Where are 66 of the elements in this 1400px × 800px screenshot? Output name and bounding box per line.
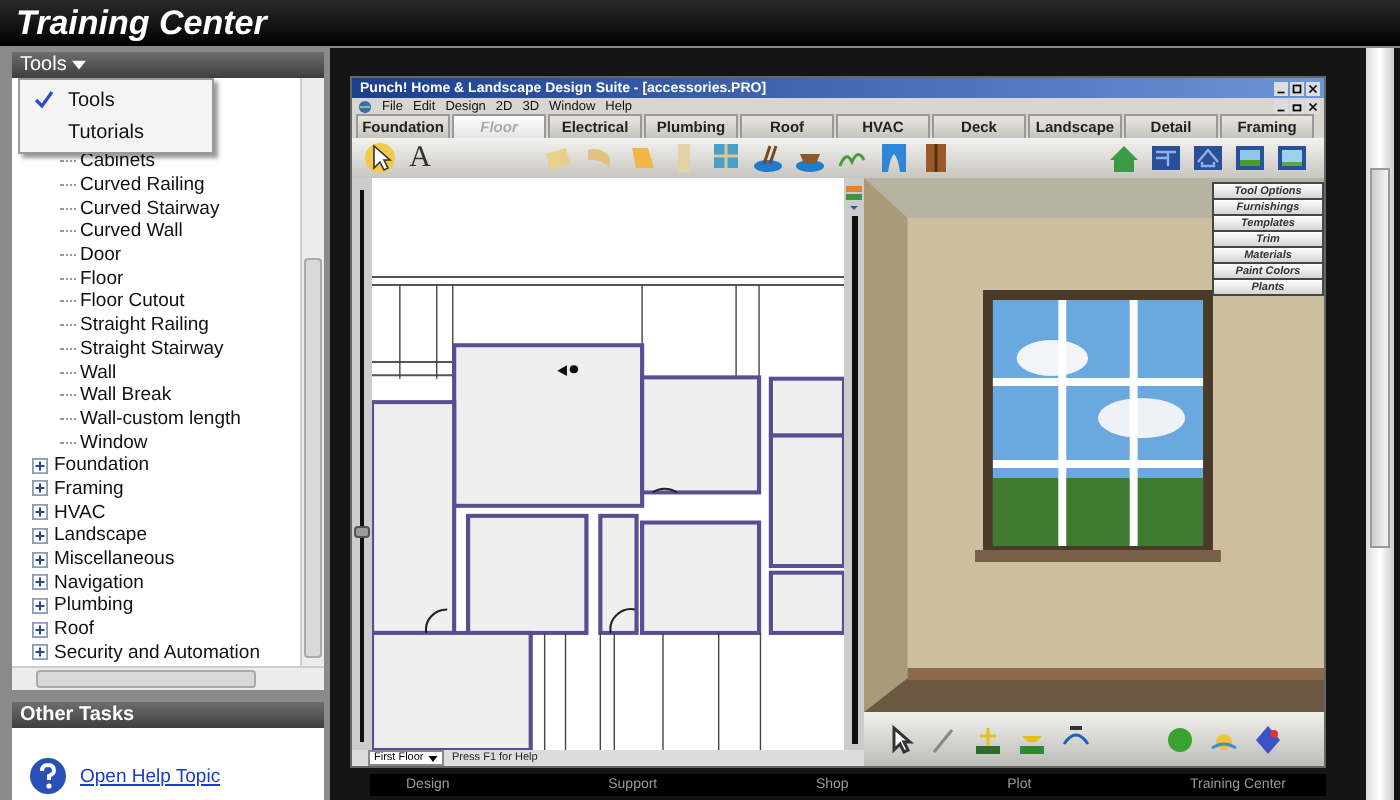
tree-item[interactable]: Navigation: [54, 571, 144, 594]
vertical-scrollbar[interactable]: [300, 78, 324, 666]
pool-icon[interactable]: [752, 142, 784, 174]
caret-icon: [428, 755, 438, 761]
expand-icon[interactable]: [32, 644, 48, 661]
floor-plan-icon[interactable]: [1150, 142, 1182, 174]
tools-dropdown[interactable]: Tools: [20, 54, 87, 76]
tree-item[interactable]: HVAC: [54, 501, 106, 524]
expand-icon[interactable]: [32, 504, 48, 521]
zoom-slider[interactable]: [354, 190, 370, 742]
close-icon[interactable]: [1306, 81, 1320, 95]
expand-icon[interactable]: [32, 597, 48, 614]
globe-icon: [358, 99, 372, 113]
caret-icon: [72, 60, 87, 70]
floor-plan-icon[interactable]: [1192, 142, 1224, 174]
expand-icon[interactable]: [32, 527, 48, 544]
cabinet-icon[interactable]: [920, 142, 952, 174]
expand-icon[interactable]: [32, 457, 48, 474]
menu-item[interactable]: Tutorials: [20, 116, 212, 148]
expand-icon[interactable]: [32, 551, 48, 568]
help-link[interactable]: Open Help Topic: [80, 765, 221, 787]
tree-item[interactable]: Wall-custom length: [80, 407, 241, 430]
expand-icon[interactable]: [32, 574, 48, 591]
menu-item[interactable]: Tools: [20, 84, 212, 116]
sphere-icon[interactable]: [1164, 723, 1196, 755]
window-icon[interactable]: [710, 142, 742, 174]
expand-icon[interactable]: [32, 480, 48, 497]
minimize-icon[interactable]: [1274, 99, 1288, 113]
tree-item[interactable]: Door: [80, 244, 122, 267]
tree-item[interactable]: Curved Railing: [80, 174, 205, 197]
tree-item[interactable]: Floor: [80, 267, 124, 290]
tree-item[interactable]: Window: [80, 431, 148, 454]
close-icon[interactable]: [1306, 99, 1320, 113]
house-icon[interactable]: [1108, 142, 1140, 174]
tree-item[interactable]: Landscape: [54, 524, 147, 547]
maximize-icon[interactable]: [1290, 81, 1304, 95]
vertical-scrollbar[interactable]: [851, 216, 857, 744]
minimize-icon[interactable]: [1274, 81, 1288, 95]
floor-levels-icon[interactable]: [844, 182, 864, 210]
text-tool-button[interactable]: A: [406, 142, 434, 174]
tree-item[interactable]: Wall Break: [80, 384, 172, 407]
tree-item[interactable]: Plumbing: [54, 594, 134, 617]
slider-thumb[interactable]: [354, 525, 370, 538]
section-title: Other Tasks: [20, 704, 135, 726]
tree-item[interactable]: Wall: [80, 361, 117, 384]
tree-item[interactable]: Curved Wall: [80, 220, 183, 243]
tree-item[interactable]: Floor Cutout: [80, 290, 185, 313]
diamond-icon[interactable]: [1252, 723, 1284, 755]
tree-item[interactable]: Framing: [54, 477, 124, 500]
tree-item[interactable]: Security and Automation: [54, 641, 260, 664]
tree-item[interactable]: Straight Stairway: [80, 337, 224, 360]
tree-item[interactable]: Foundation: [54, 454, 150, 477]
tree-item[interactable]: Roof: [54, 618, 95, 641]
landscape-icon[interactable]: [1276, 142, 1308, 174]
restore-icon[interactable]: [1290, 99, 1304, 113]
vertical-scrollbar[interactable]: [1366, 48, 1394, 800]
curtain-icon[interactable]: [878, 142, 910, 174]
horizontal-scrollbar[interactable]: [12, 666, 324, 690]
tree-item[interactable]: Straight Railing: [80, 314, 209, 337]
tree-item[interactable]: Cabinets: [80, 150, 155, 173]
tree-item[interactable]: Curved Stairway: [80, 197, 220, 220]
app-title: Training Center: [16, 3, 267, 43]
expand-icon[interactable]: [32, 621, 48, 638]
tree-item[interactable]: Miscellaneous: [54, 548, 175, 571]
landscape-icon[interactable]: [1234, 142, 1266, 174]
arrow-pointer-icon[interactable]: [364, 142, 396, 174]
